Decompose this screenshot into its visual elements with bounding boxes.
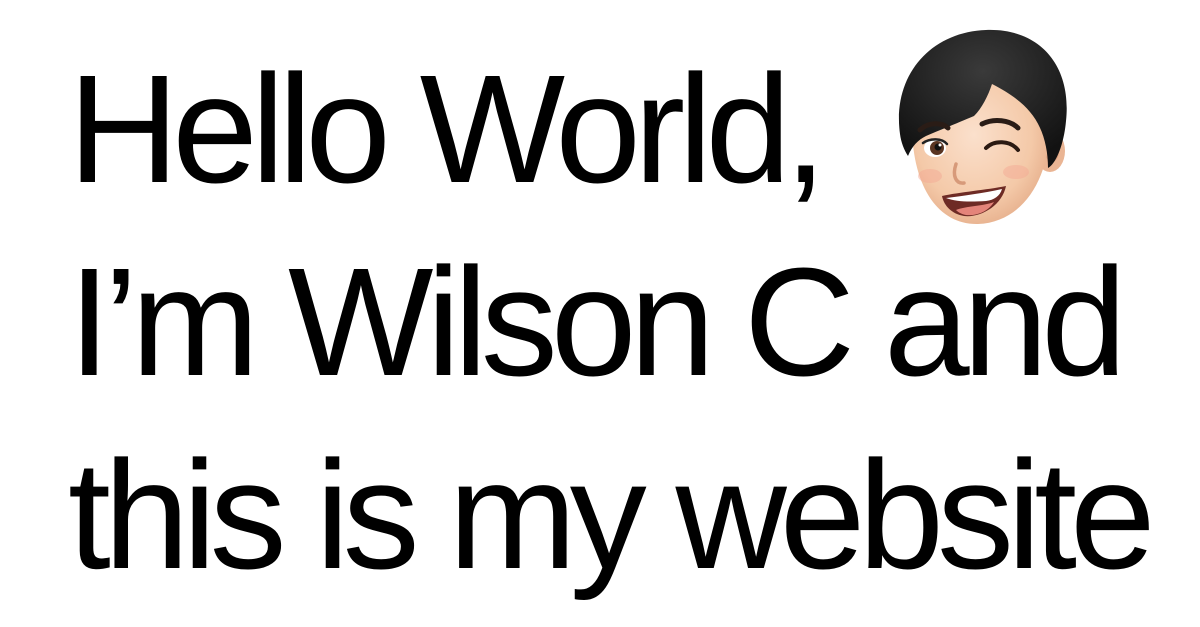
- winking-memoji-avatar-icon: [898, 29, 1067, 225]
- headline-line-3: this is my website: [68, 429, 1156, 601]
- headline-line-1: Hello World,: [68, 43, 827, 215]
- hero-page: Hello World, I’m Wilson C and this is my…: [0, 0, 1200, 627]
- headline-line-2: I’m Wilson C and: [68, 236, 1127, 408]
